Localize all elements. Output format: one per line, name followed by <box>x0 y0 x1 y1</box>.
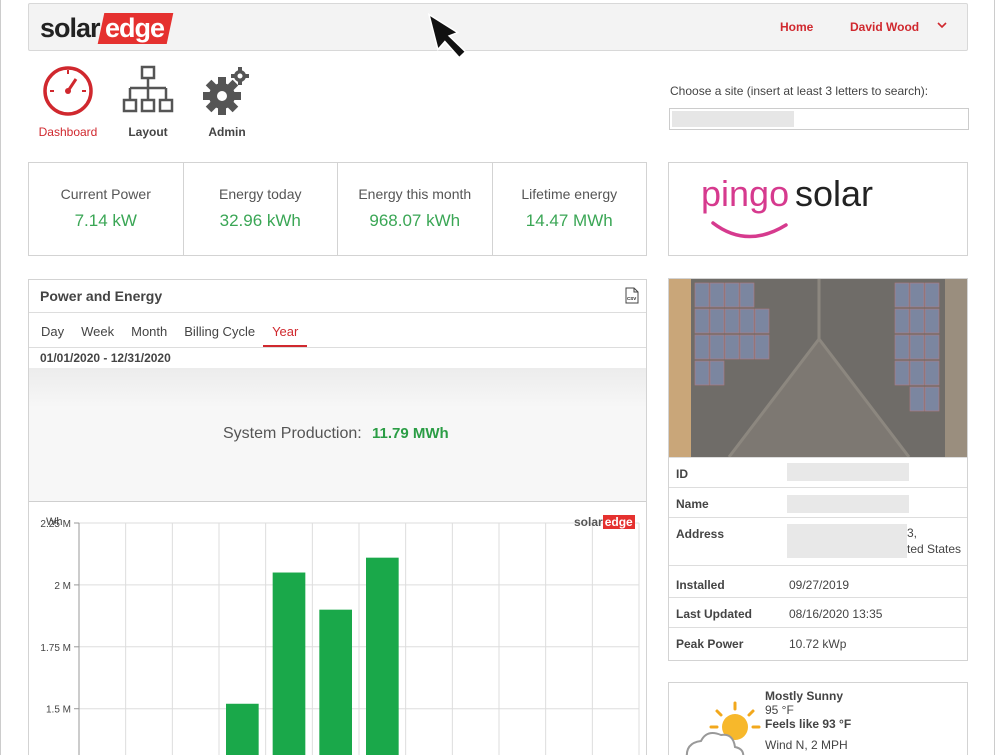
kpi-summary: Current Power 7.14 kW Energy today 32.96… <box>28 162 647 256</box>
kpi-energy-month: Energy this month 968.07 kWh <box>338 163 493 255</box>
site-info-row-peak-power: Peak Power 10.72 kWp <box>669 627 967 660</box>
info-key: Name <box>676 497 709 511</box>
period-tabs: Day Week Month Billing Cycle Year <box>41 324 324 347</box>
kpi-lifetime-energy: Lifetime energy 14.47 MWh <box>493 163 647 255</box>
kpi-value: 32.96 kWh <box>219 211 301 230</box>
company-logo-panel: pingo solar <box>668 162 968 256</box>
csv-export-icon[interactable]: CSV <box>625 287 639 304</box>
sitemap-icon <box>122 65 174 113</box>
info-value: 09/27/2019 <box>789 578 850 592</box>
weather-condition: Mostly Sunny <box>765 689 844 703</box>
redacted-site-value <box>672 111 794 127</box>
watermark-edge: edge <box>602 515 635 529</box>
mouse-cursor-icon <box>428 12 467 59</box>
logo-text-pingo: pingo <box>701 173 789 214</box>
energy-chart: Wh2.25 M2 M1.75 M1.5 M1.25 M solaredge <box>29 503 646 755</box>
info-value: 08/16/2020 13:35 <box>789 607 883 621</box>
tab-year[interactable]: Year <box>263 324 308 347</box>
site-search-input[interactable] <box>669 108 969 130</box>
divider <box>29 312 646 313</box>
info-key: Peak Power <box>676 637 744 651</box>
divider <box>29 347 646 348</box>
y-tick-label: 2.25 M <box>40 519 71 530</box>
logo-text-edge-inner: edge <box>104 12 164 43</box>
chevron-down-icon[interactable] <box>935 18 949 32</box>
site-aerial-photo <box>669 279 967 457</box>
kpi-value: 7.14 kW <box>74 211 137 230</box>
weather-wind: Wind N, 2 MPH <box>765 738 848 752</box>
kpi-value: 968.07 kWh <box>369 211 461 230</box>
info-key: Address <box>676 527 725 541</box>
user-menu[interactable]: David Wood <box>850 20 919 34</box>
kpi-label: Lifetime energy <box>521 186 618 202</box>
info-key: Last Updated <box>676 607 753 621</box>
tab-week[interactable]: Week <box>81 324 114 347</box>
panel-title: Power and Energy <box>40 288 163 304</box>
address-tail-line1: 3, <box>907 526 918 540</box>
info-key: Installed <box>676 578 725 592</box>
site-info-row-address: Address 3, ted States <box>669 517 967 565</box>
admin-button[interactable]: Admin <box>187 64 267 139</box>
site-info-row-installed: Installed 09/27/2019 <box>669 565 967 597</box>
bar-jun <box>319 609 352 755</box>
address-tail-line2: ted States <box>907 542 962 556</box>
info-key: ID <box>676 467 688 481</box>
y-tick-label: 1.5 M <box>46 705 71 716</box>
redacted-name <box>787 495 909 513</box>
top-header: solar edge Home David Wood <box>28 3 968 51</box>
kpi-label: Current Power <box>60 186 151 202</box>
weather-feels-like: Feels like 93 °F <box>765 717 852 731</box>
bar-apr <box>226 703 259 755</box>
logo-text-edge: edge <box>97 12 173 44</box>
info-value: 10.72 kWp <box>789 637 847 651</box>
watermark-solar: solar <box>574 515 603 529</box>
logo-text-solar: solar <box>40 12 101 43</box>
weather-temperature: 95 °F <box>765 703 794 717</box>
gears-icon <box>203 67 249 115</box>
svg-text:CSV: CSV <box>627 296 636 301</box>
site-info-row-name: Name <box>669 487 967 517</box>
bar-jul <box>366 557 399 755</box>
logo-text-solar: solar <box>795 173 873 214</box>
layout-label: Layout <box>128 125 168 139</box>
partly-sunny-icon <box>685 701 761 755</box>
solaredge-logo[interactable]: solar edge <box>40 12 173 44</box>
site-info-row-id: ID <box>669 457 967 487</box>
kpi-label: Energy today <box>219 186 302 202</box>
system-production-band: System Production: 11.79 MWh <box>29 368 646 502</box>
chart-watermark: solar edge <box>574 515 635 529</box>
dashboard-label: Dashboard <box>38 125 98 139</box>
nav-home-link[interactable]: Home <box>780 20 813 34</box>
site-search-label: Choose a site (insert at least 3 letters… <box>670 84 929 98</box>
tab-month[interactable]: Month <box>131 324 167 347</box>
y-tick-label: 1.75 M <box>40 643 71 654</box>
kpi-energy-today: Energy today 32.96 kWh <box>184 163 338 255</box>
speedometer-icon <box>43 66 93 116</box>
production-label: System Production: <box>223 425 362 442</box>
kpi-label: Energy this month <box>358 186 472 202</box>
tab-day[interactable]: Day <box>41 324 64 347</box>
date-range: 01/01/2020 - 12/31/2020 <box>40 351 171 365</box>
energy-bar-chart: Wh2.25 M2 M1.75 M1.5 M1.25 M <box>40 516 640 755</box>
tab-billing-cycle[interactable]: Billing Cycle <box>184 324 255 347</box>
admin-label: Admin <box>208 125 246 139</box>
weather-panel: Mostly Sunny 95 °F Feels like 93 °F Wind… <box>668 682 968 755</box>
bar-may <box>272 572 306 755</box>
site-info-row-last-updated: Last Updated 08/16/2020 13:35 <box>669 597 967 627</box>
dashboard-button[interactable]: Dashboard <box>28 64 108 139</box>
site-details-panel: ID Name Address 3, ted States Installed … <box>668 278 968 661</box>
layout-button[interactable]: Layout <box>108 64 188 139</box>
power-energy-panel: Power and Energy CSV Day Week Month Bill… <box>28 279 647 755</box>
kpi-current-power: Current Power 7.14 kW <box>29 163 184 255</box>
y-tick-label: 2 M <box>54 581 71 592</box>
redacted-id <box>787 463 909 481</box>
redacted-address <box>787 524 907 558</box>
pingosolar-logo: pingo solar <box>701 173 873 239</box>
production-value: 11.79 MWh <box>372 425 449 442</box>
kpi-value: 14.47 MWh <box>525 211 613 230</box>
